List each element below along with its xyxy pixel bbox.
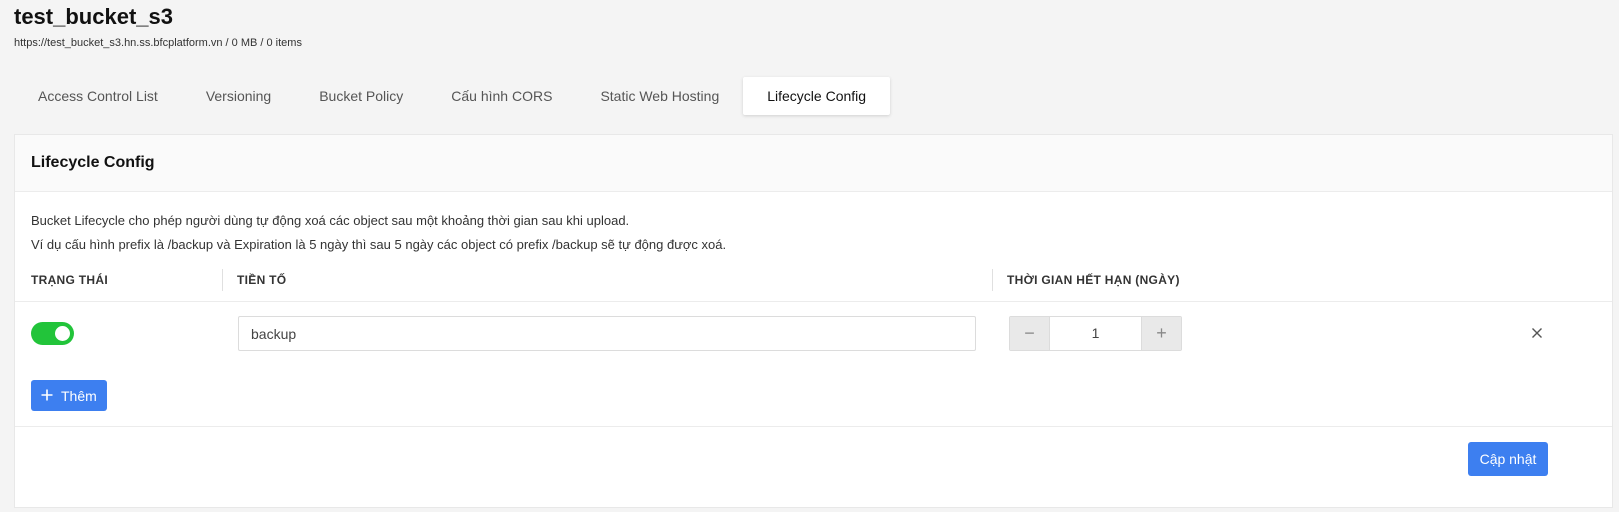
tab-static-web-hosting[interactable]: Static Web Hosting — [576, 77, 743, 115]
expiration-stepper: − 1 + — [1009, 316, 1182, 351]
status-toggle[interactable] — [31, 322, 74, 345]
bucket-info: https://test_bucket_s3.hn.ss.bfcplatform… — [14, 37, 302, 49]
tab-lifecycle-config[interactable]: Lifecycle Config — [743, 77, 891, 115]
toggle-knob — [55, 326, 70, 341]
tab-bar: Access Control List Versioning Bucket Po… — [14, 77, 891, 115]
add-button-label: Thêm — [61, 387, 97, 404]
add-rule-button[interactable]: Thêm — [31, 380, 107, 411]
expiration-value[interactable]: 1 — [1049, 317, 1142, 350]
tab-bucket-policy[interactable]: Bucket Policy — [295, 77, 427, 115]
bucket-title: test_bucket_s3 — [14, 4, 173, 29]
footer-divider — [15, 426, 1612, 427]
prefix-input[interactable] — [238, 316, 976, 351]
lifecycle-card: Lifecycle Config Bucket Lifecycle cho ph… — [14, 134, 1613, 508]
update-button[interactable]: Cập nhật — [1468, 442, 1548, 476]
column-divider — [992, 269, 993, 291]
card-description: Bucket Lifecycle cho phép người dùng tự … — [15, 192, 1612, 257]
table-header: TRẠNG THÁI TIỀN TỐ THỜI GIAN HẾT HẠN (NG… — [15, 268, 1612, 302]
increment-button[interactable]: + — [1142, 317, 1181, 350]
decrement-button[interactable]: − — [1010, 317, 1049, 350]
tab-cors-config[interactable]: Cấu hình CORS — [427, 77, 576, 115]
tab-access-control-list[interactable]: Access Control List — [14, 77, 182, 115]
close-icon[interactable] — [1529, 325, 1545, 341]
card-title: Lifecycle Config — [15, 135, 1612, 192]
tab-versioning[interactable]: Versioning — [182, 77, 295, 115]
plus-icon — [41, 388, 53, 404]
column-divider — [222, 269, 223, 291]
column-prefix: TIỀN TỐ — [237, 273, 287, 287]
description-line-2: Ví dụ cấu hình prefix là /backup và Expi… — [31, 237, 727, 252]
column-expiration: THỜI GIAN HẾT HẠN (NGÀY) — [1007, 273, 1180, 287]
description-line-1: Bucket Lifecycle cho phép người dùng tự … — [31, 213, 630, 228]
column-status: TRẠNG THÁI — [31, 273, 108, 287]
